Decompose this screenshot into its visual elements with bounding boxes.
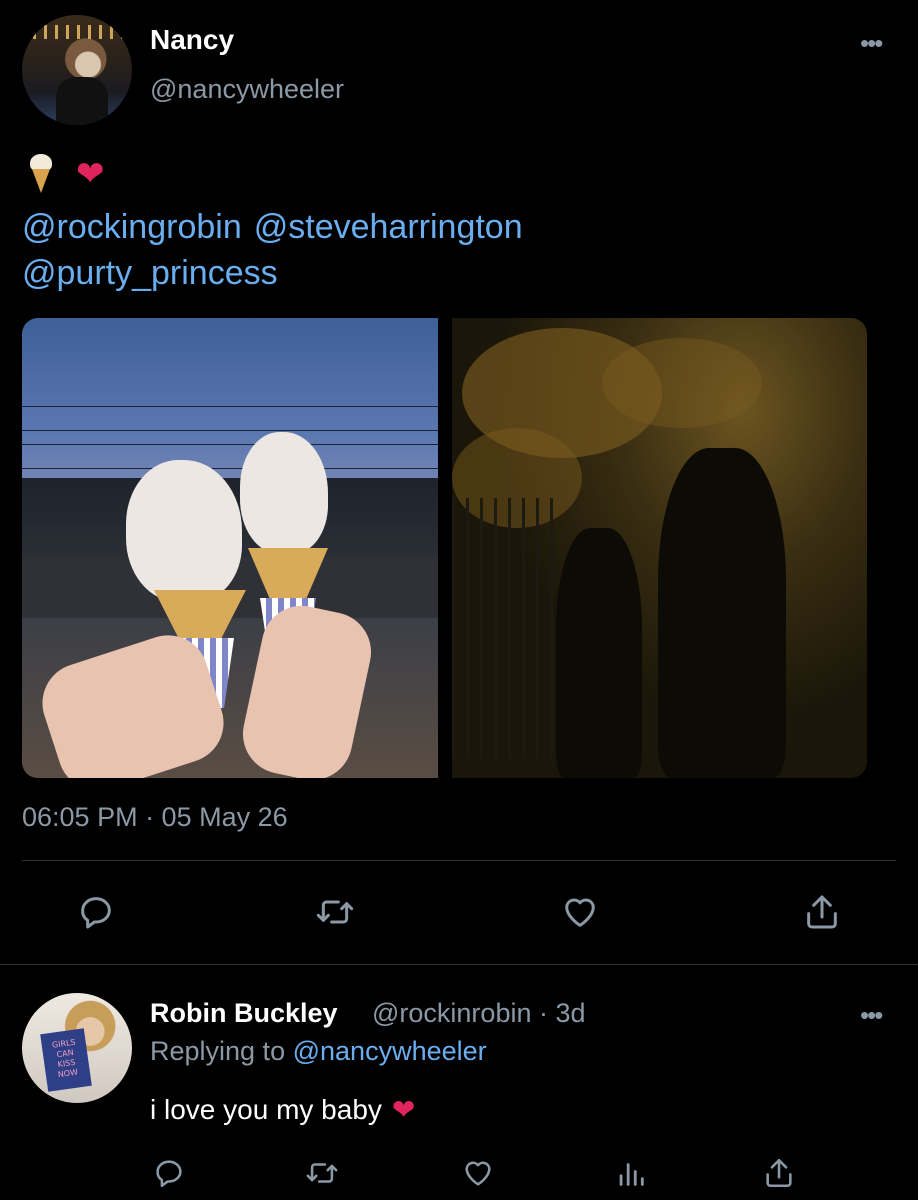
divider bbox=[22, 860, 896, 861]
soft-ice-cream-icon bbox=[28, 154, 54, 194]
reply-text: i love you my baby ❤ bbox=[150, 1094, 415, 1126]
avatar-book: GIRLS CAN KISS NOW bbox=[40, 1028, 92, 1092]
author-name[interactable]: Nancy bbox=[150, 24, 234, 56]
avatar-book-title: GIRLS CAN KISS NOW bbox=[51, 1037, 79, 1080]
reply-handle-time[interactable]: @rockinrobin · 3d bbox=[372, 998, 586, 1029]
more-options-icon[interactable]: ••• bbox=[860, 1002, 888, 1030]
divider bbox=[0, 964, 918, 965]
author-avatar[interactable] bbox=[22, 15, 132, 125]
replying-to-link[interactable]: @nancywheeler bbox=[293, 1036, 487, 1066]
replying-to-prefix: Replying to bbox=[150, 1036, 286, 1066]
share-icon[interactable] bbox=[762, 1156, 796, 1190]
analytics-icon[interactable] bbox=[614, 1156, 648, 1190]
mention-link[interactable]: @rockingrobin bbox=[22, 208, 242, 246]
reply-icon[interactable] bbox=[76, 892, 116, 932]
reply-author-avatar[interactable]: GIRLS CAN KISS NOW bbox=[22, 993, 132, 1103]
replying-to-line: Replying to @nancywheeler bbox=[150, 1036, 487, 1067]
ice-cream-cones-photo[interactable] bbox=[22, 318, 438, 778]
mention-link[interactable]: @steveharrington bbox=[254, 208, 523, 246]
retweet-icon[interactable] bbox=[314, 892, 356, 932]
retweet-icon[interactable] bbox=[304, 1156, 340, 1190]
author-handle[interactable]: @nancywheeler bbox=[150, 74, 344, 105]
like-icon[interactable] bbox=[460, 1156, 496, 1190]
reply-author-name[interactable]: Robin Buckley bbox=[150, 998, 338, 1029]
tweet-timestamp[interactable]: 06:05 PM · 05 May 26 bbox=[22, 802, 288, 833]
share-icon[interactable] bbox=[802, 892, 842, 932]
reply-body: i love you my baby bbox=[150, 1094, 382, 1125]
tweet-mentions: @rockingrobin @steveharrington @purty_pri… bbox=[22, 204, 722, 296]
avatar-figure bbox=[56, 77, 108, 125]
like-icon[interactable] bbox=[558, 892, 602, 932]
reply-icon[interactable] bbox=[152, 1156, 186, 1190]
avatar-lights-decoration bbox=[22, 25, 132, 39]
mention-link[interactable]: @purty_princess bbox=[22, 254, 278, 292]
red-heart-icon: ❤ bbox=[391, 1094, 416, 1125]
tweet-emoji-line: ❤ bbox=[28, 154, 105, 194]
more-options-icon[interactable]: ••• bbox=[860, 30, 888, 58]
red-heart-icon: ❤ bbox=[76, 155, 105, 193]
night-walk-photo[interactable] bbox=[452, 318, 867, 778]
